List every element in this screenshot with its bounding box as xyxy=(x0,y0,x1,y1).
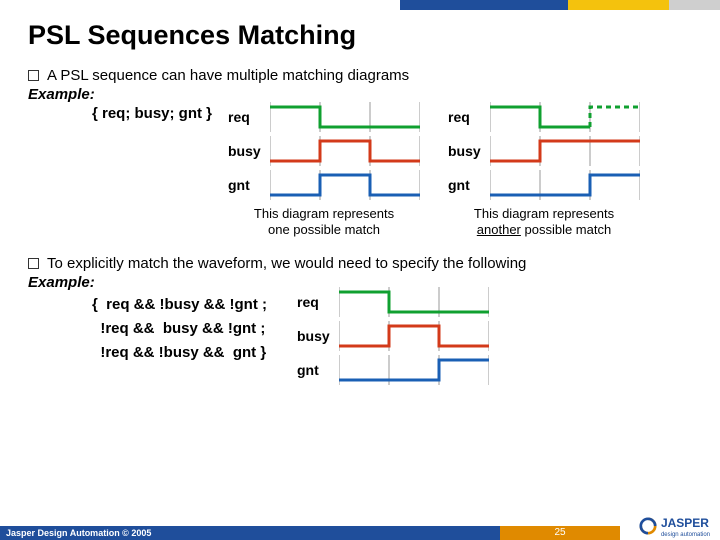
brand-name: JASPER xyxy=(661,516,709,530)
brand-logo: JASPER design automation xyxy=(639,514,710,538)
copyright: Jasper Design Automation © 2005 xyxy=(0,526,500,540)
bullet-box-icon xyxy=(28,258,39,269)
signal-label-req: req xyxy=(297,294,339,310)
signal-label-gnt: gnt xyxy=(448,177,490,193)
signal-label-req: req xyxy=(228,109,270,125)
example-label-1: Example: xyxy=(28,86,692,103)
waveform-req-left xyxy=(270,102,420,132)
waveform-busy-explicit xyxy=(339,321,489,351)
signal-label-busy: busy xyxy=(297,328,339,344)
waveform-gnt-left xyxy=(270,170,420,200)
caption-right: This diagram represents another possible… xyxy=(448,206,640,237)
brand-sub: design automation xyxy=(661,532,710,538)
signal-label-req: req xyxy=(448,109,490,125)
signal-label-gnt: gnt xyxy=(297,362,339,378)
waveform-busy-right xyxy=(490,136,640,166)
waveform-gnt-explicit xyxy=(339,355,489,385)
waveform-busy-left xyxy=(270,136,420,166)
bullet-multiple-matches: A PSL sequence can have multiple matchin… xyxy=(28,67,692,84)
bullet-box-icon xyxy=(28,70,39,81)
waveform-req-right xyxy=(490,102,640,132)
signal-label-gnt: gnt xyxy=(228,177,270,193)
caption-left: This diagram representsone possible matc… xyxy=(228,206,420,237)
waveform-req-explicit xyxy=(339,287,489,317)
bullet-explicit-match: To explicitly match the waveform, we wou… xyxy=(28,255,692,272)
signal-label-busy: busy xyxy=(228,143,270,159)
diagram-pair: req busy gnt This diagram representsone … xyxy=(228,102,692,237)
footer: Jasper Design Automation © 2005 25 JASPE… xyxy=(0,518,720,540)
signal-label-busy: busy xyxy=(448,143,490,159)
diagram-left: req busy gnt This diagram representsone … xyxy=(228,102,420,237)
brand-stripe xyxy=(400,0,720,10)
waveform-gnt-right xyxy=(490,170,640,200)
swirl-icon xyxy=(639,517,657,535)
page-number: 25 xyxy=(500,526,620,540)
bullet-text: To explicitly match the waveform, we wou… xyxy=(47,255,526,272)
sequence-code-2: { req && !busy && !gnt ; !req && busy &&… xyxy=(92,293,267,385)
bullet-text: A PSL sequence can have multiple matchin… xyxy=(47,67,409,84)
diagram-explicit: req busy gnt xyxy=(297,287,489,385)
diagram-right: req busy gnt This diagram represents xyxy=(448,102,640,237)
